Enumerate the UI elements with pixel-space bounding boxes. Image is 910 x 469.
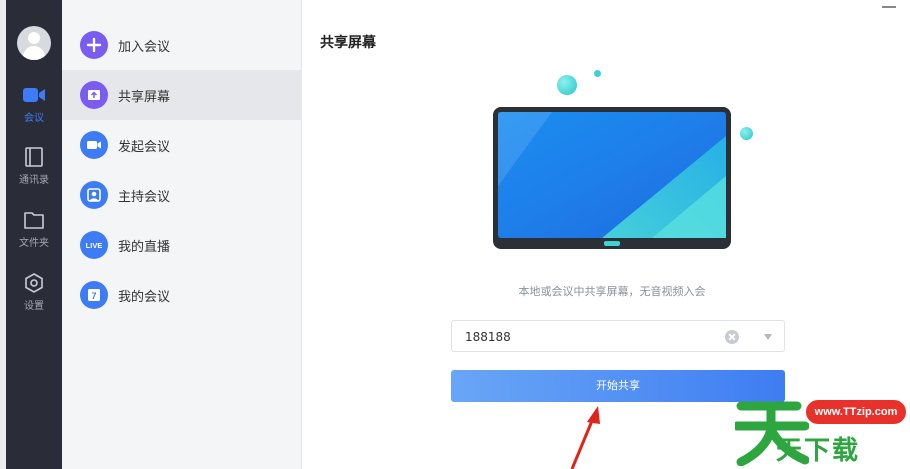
decor-bubble xyxy=(594,70,601,77)
minimize-button[interactable] xyxy=(882,6,896,8)
menu-item-share-screen[interactable]: 共享屏幕 xyxy=(62,70,302,120)
rail-label-folder: 文件夹 xyxy=(19,238,49,249)
decor-bubble xyxy=(557,75,577,95)
avatar[interactable] xyxy=(17,26,51,60)
rail-item-meeting[interactable]: 会议 xyxy=(6,84,62,124)
video-icon xyxy=(80,131,108,159)
calendar-icon: 7 xyxy=(80,281,108,309)
watermark-text: 天下载 xyxy=(776,436,861,466)
menu-label-share-screen: 共享屏幕 xyxy=(118,90,171,105)
folder-icon xyxy=(24,212,44,229)
red-arrow-annotation xyxy=(570,406,600,469)
menu-label-join-meeting: 加入会议 xyxy=(118,40,171,55)
app-window: 会议 通讯录 文件夹 设置 加入会议 共享屏幕 发起会议 主持会议 LIVE 我… xyxy=(0,0,910,469)
live-icon: LIVE xyxy=(80,231,108,259)
menu-label-my-live: 我的直播 xyxy=(118,240,171,255)
rail-label-meeting: 会议 xyxy=(24,113,44,124)
menu-item-my-meetings[interactable]: 7 我的会议 xyxy=(62,270,302,320)
menu-item-start-meeting[interactable]: 发起会议 xyxy=(62,120,302,170)
watermark-site-badge: www.TTzip.com xyxy=(806,400,906,424)
share-hint-text: 本地或会议中共享屏幕，无音视频入会 xyxy=(518,285,706,298)
decor-bubble xyxy=(740,127,753,140)
meeting-menu: 加入会议 共享屏幕 发起会议 主持会议 LIVE 我的直播 7 我的会议 xyxy=(62,0,302,469)
contacts-book-icon xyxy=(25,147,43,167)
share-screen-panel: 共享屏幕 本地或会议中共享屏幕，无音视频入会 188188 开始共享 xyxy=(302,0,910,469)
nav-rail: 会议 通讯录 文件夹 设置 xyxy=(6,0,62,469)
rail-label-settings: 设置 xyxy=(24,301,44,312)
rail-label-contacts: 通讯录 xyxy=(19,175,49,186)
host-user-icon xyxy=(80,181,108,209)
share-screen-icon xyxy=(80,81,108,109)
settings-hexagon-icon xyxy=(25,273,43,293)
chevron-down-icon[interactable] xyxy=(764,334,772,340)
clear-icon[interactable] xyxy=(725,330,739,344)
menu-label-start-meeting: 发起会议 xyxy=(118,140,171,155)
menu-item-join-meeting[interactable]: 加入会议 xyxy=(62,20,302,70)
menu-label-host-meeting: 主持会议 xyxy=(118,190,171,205)
menu-item-host-meeting[interactable]: 主持会议 xyxy=(62,170,302,220)
menu-item-my-live[interactable]: LIVE 我的直播 xyxy=(62,220,302,270)
page-title: 共享屏幕 xyxy=(320,35,376,51)
rail-item-contacts[interactable]: 通讯录 xyxy=(6,146,62,186)
plus-icon xyxy=(80,31,108,59)
share-code-value: 188188 xyxy=(465,330,511,344)
rail-item-settings[interactable]: 设置 xyxy=(6,272,62,312)
menu-label-my-meetings: 我的会议 xyxy=(118,290,171,305)
share-code-input[interactable]: 188188 xyxy=(451,320,785,352)
monitor-illustration xyxy=(493,107,731,249)
rail-item-folder[interactable]: 文件夹 xyxy=(6,209,62,249)
live-badge: LIVE xyxy=(86,241,103,250)
video-camera-icon xyxy=(23,88,45,102)
calendar-badge: 7 xyxy=(91,291,96,301)
